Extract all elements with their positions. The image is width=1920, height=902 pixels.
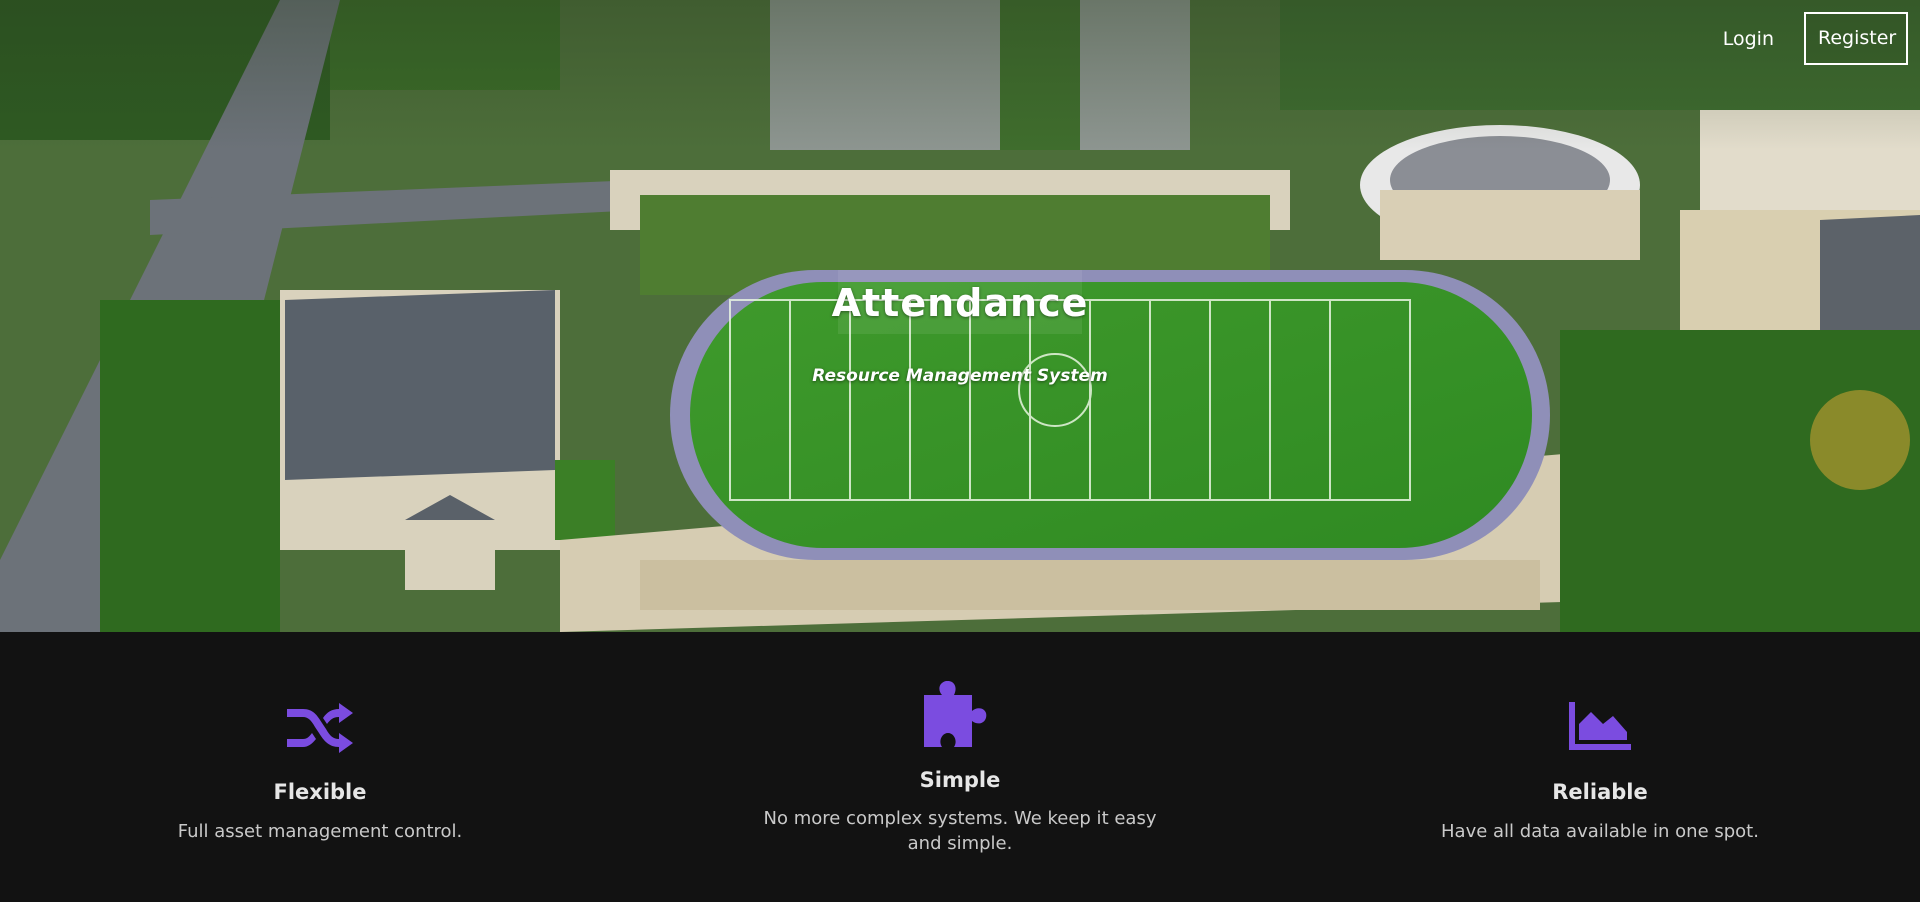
area-chart-icon	[1569, 702, 1631, 750]
top-nav: Login Register	[1711, 12, 1908, 65]
login-link[interactable]: Login	[1711, 16, 1786, 62]
feature-text: Full asset management control.	[177, 821, 463, 842]
feature-text: No more complex systems. We keep it easy…	[763, 808, 1157, 854]
hero-overlay	[0, 0, 1920, 150]
feature-text: Have all data available in one spot.	[1441, 821, 1759, 842]
feature-title: Flexible	[273, 780, 367, 804]
shuffle-icon	[287, 699, 353, 755]
feature-title: Simple	[919, 768, 1001, 792]
hero-subtitle: Resource Management System	[812, 366, 1108, 386]
feature-title: Reliable	[1552, 780, 1648, 804]
register-button[interactable]: Register	[1804, 12, 1908, 65]
hero-title: Attendance	[831, 281, 1089, 325]
hero-banner: Login Register Attendance Resource Manag…	[0, 0, 1920, 632]
puzzle-icon	[924, 680, 996, 747]
features-section: Flexible Full asset management control. …	[0, 632, 1920, 902]
